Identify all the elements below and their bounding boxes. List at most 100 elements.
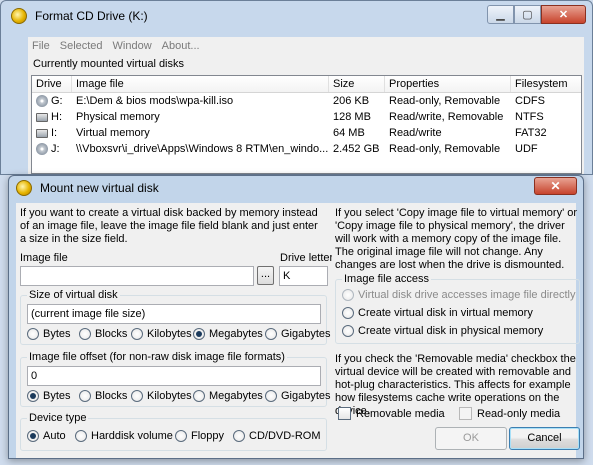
image-file-input[interactable] <box>20 266 254 286</box>
read-only-media-checkbox[interactable]: Read-only media <box>459 407 560 420</box>
radio-icon <box>131 328 143 340</box>
access-direct: Virtual disk drive accesses image file d… <box>342 289 575 301</box>
app-icon <box>16 180 32 196</box>
column-size[interactable]: Size <box>329 76 385 92</box>
hard-disk-icon <box>36 128 48 138</box>
device-type-group: Device type Auto Harddisk volume Floppy … <box>20 411 327 451</box>
size-unit-bytes[interactable]: Bytes <box>27 328 79 340</box>
radio-icon <box>342 289 354 301</box>
radio-icon <box>79 390 91 402</box>
size-unit-kilobytes[interactable]: Kilobytes <box>131 328 193 340</box>
image-cell: Physical memory <box>76 111 160 123</box>
device-floppy[interactable]: Floppy <box>175 430 233 442</box>
table-row[interactable]: J: \\Vboxsvr\i_drive\Apps\Windows 8 RTM\… <box>32 141 581 157</box>
cd-disk-icon <box>36 95 48 107</box>
access-virtual-memory[interactable]: Create virtual disk in virtual memory <box>342 307 533 319</box>
removable-media-checkbox[interactable]: Removable media <box>338 407 445 420</box>
mounted-disks-list[interactable]: Drive Image file Size Properties Filesys… <box>31 75 582 174</box>
dialog-close-button[interactable]: ✕ <box>534 177 577 195</box>
filesystem-cell: NTFS <box>515 111 544 123</box>
size-cell: 206 KB <box>333 95 370 107</box>
offset-unit-megabytes[interactable]: Megabytes <box>193 390 265 402</box>
table-row[interactable]: H: Physical memory 128 MB Read/write, Re… <box>32 109 581 125</box>
image-cell: E:\Dem & bios mods\wpa-kill.iso <box>76 95 234 107</box>
radio-checked-icon <box>193 328 205 340</box>
menu-file[interactable]: File <box>32 40 50 52</box>
drive-cell: G: <box>51 95 63 107</box>
cancel-button[interactable]: Cancel <box>509 427 580 450</box>
column-drive[interactable]: Drive <box>32 76 72 92</box>
device-harddisk-volume[interactable]: Harddisk volume <box>75 430 175 442</box>
offset-group: Image file offset (for non-raw disk imag… <box>20 350 331 407</box>
radio-icon <box>27 328 39 340</box>
size-cell: 64 MB <box>333 127 365 139</box>
window-client: Currently mounted virtual disks Drive Im… <box>28 55 584 174</box>
properties-cell: Read/write, Removable <box>389 111 504 123</box>
properties-cell: Read/write <box>389 127 442 139</box>
minimize-button[interactable]: ▁ <box>487 5 514 24</box>
radio-icon <box>233 430 245 442</box>
image-cell: Virtual memory <box>76 127 150 139</box>
access-physical-memory[interactable]: Create virtual disk in physical memory <box>342 325 543 337</box>
size-unit-gigabytes[interactable]: Gigabytes <box>265 328 331 340</box>
window-title: Format CD Drive (K:) <box>35 9 148 23</box>
checkbox-icon <box>338 407 351 420</box>
menu-window[interactable]: Window <box>113 40 152 52</box>
cd-disk-icon <box>36 143 48 155</box>
drive-letter-input[interactable] <box>279 266 328 286</box>
mounted-disks-caption: Currently mounted virtual disks <box>33 58 185 70</box>
device-type-label: Device type <box>27 411 89 425</box>
mount-virtual-disk-dialog: Mount new virtual disk ✕ If you want to … <box>8 175 584 459</box>
menu-selected[interactable]: Selected <box>60 40 103 52</box>
browse-button[interactable]: ... <box>257 266 274 285</box>
device-cd-dvd-rom[interactable]: CD/DVD-ROM <box>233 430 321 442</box>
offset-unit-kilobytes[interactable]: Kilobytes <box>131 390 193 402</box>
radio-checked-icon <box>27 430 39 442</box>
radio-icon <box>342 307 354 319</box>
close-button[interactable]: ✕ <box>541 5 586 24</box>
column-image-file[interactable]: Image file <box>72 76 329 92</box>
offset-input[interactable] <box>27 366 321 386</box>
intro-text-left: If you want to create a virtual disk bac… <box>20 207 318 245</box>
table-row[interactable]: G: E:\Dem & bios mods\wpa-kill.iso 206 K… <box>32 93 581 109</box>
drive-cell: J: <box>51 143 60 155</box>
checkbox-icon <box>459 407 472 420</box>
hard-disk-icon <box>36 112 48 122</box>
ok-button[interactable]: OK <box>435 427 507 450</box>
properties-cell: Read-only, Removable <box>389 95 501 107</box>
table-row[interactable]: I: Virtual memory 64 MB Read/write FAT32 <box>32 125 581 141</box>
offset-unit-blocks[interactable]: Blocks <box>79 390 131 402</box>
radio-icon <box>265 390 277 402</box>
column-properties[interactable]: Properties <box>385 76 511 92</box>
image-cell: \\Vboxsvr\i_drive\Apps\Windows 8 RTM\en_… <box>76 143 329 155</box>
list-header: Drive Image file Size Properties Filesys… <box>32 76 581 93</box>
size-cell: 2.452 GB <box>333 143 380 155</box>
intro-text-right: If you select 'Copy image file to virtua… <box>335 207 578 271</box>
drive-letter-label: Drive letter <box>280 252 332 264</box>
offset-unit-gigabytes[interactable]: Gigabytes <box>265 390 331 402</box>
radio-icon <box>175 430 187 442</box>
image-file-access-label: Image file access <box>342 272 431 286</box>
dialog-title-bar: Mount new virtual disk ✕ <box>9 176 583 200</box>
size-input[interactable] <box>27 304 321 324</box>
filesystem-cell: FAT32 <box>515 127 547 139</box>
size-group-label: Size of virtual disk <box>27 288 120 302</box>
radio-checked-icon <box>27 390 39 402</box>
properties-cell: Read-only, Removable <box>389 143 501 155</box>
device-auto[interactable]: Auto <box>27 430 75 442</box>
drive-cell: I: <box>51 127 58 139</box>
app-icon <box>11 8 27 24</box>
offset-unit-bytes[interactable]: Bytes <box>27 390 79 402</box>
menu-about[interactable]: About... <box>162 40 200 52</box>
radio-icon <box>131 390 143 402</box>
size-unit-megabytes[interactable]: Megabytes <box>193 328 265 340</box>
menu-bar: File Selected Window About... <box>28 37 584 55</box>
size-unit-blocks[interactable]: Blocks <box>79 328 131 340</box>
radio-icon <box>193 390 205 402</box>
filesystem-cell: UDF <box>515 143 538 155</box>
size-group: Size of virtual disk Bytes Blocks Kiloby… <box>20 288 331 345</box>
radio-icon <box>79 328 91 340</box>
column-filesystem[interactable]: Filesystem <box>511 76 581 92</box>
dialog-title: Mount new virtual disk <box>40 181 159 195</box>
maximize-button[interactable]: ▢ <box>514 5 541 24</box>
